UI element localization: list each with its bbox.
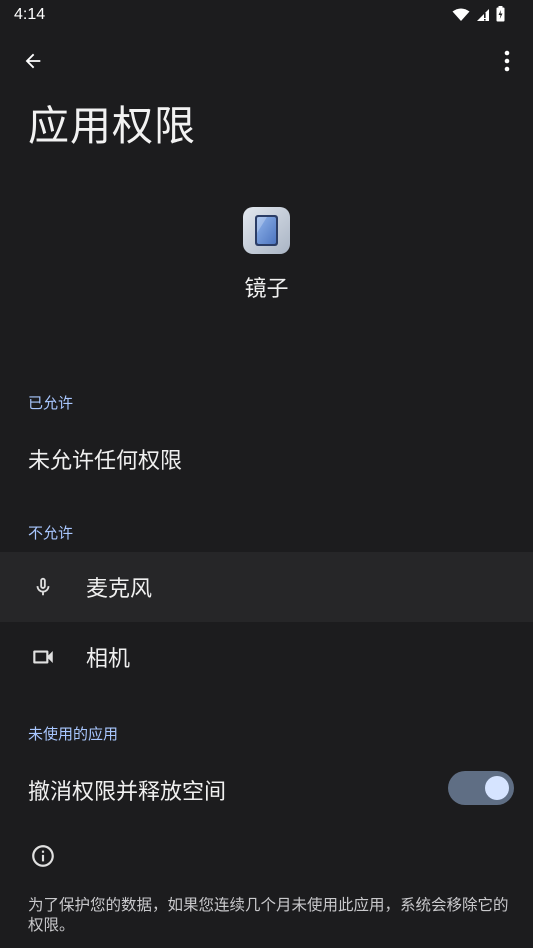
app-name: 镜子 (244, 277, 289, 302)
status-icons (452, 6, 505, 26)
more-options-button[interactable] (495, 46, 519, 76)
revoke-permissions-switch[interactable] (448, 771, 514, 805)
section-header-unused-apps: 未使用的应用 (28, 725, 119, 743)
permission-row-camera[interactable]: 相机 (0, 622, 533, 692)
signal-icon (476, 7, 490, 26)
microphone-icon (29, 573, 57, 601)
switch-thumb (485, 776, 509, 800)
section-header-denied: 不允许 (28, 524, 74, 542)
revoke-permissions-label: 撤消权限并释放空间 (28, 780, 227, 805)
permission-row-microphone[interactable]: 麦克风 (0, 552, 533, 622)
no-permissions-allowed-text: 未允许任何权限 (28, 449, 183, 474)
more-vert-icon (504, 50, 510, 72)
wifi-icon (452, 7, 470, 26)
info-icon (30, 843, 56, 869)
permission-label-camera: 相机 (86, 647, 131, 672)
status-time: 4:14 (14, 6, 46, 23)
section-header-allowed: 已允许 (28, 394, 74, 412)
camera-icon (29, 643, 57, 671)
back-button[interactable] (18, 46, 48, 76)
mirror-app-icon (243, 207, 290, 254)
footer-info-text: 为了保护您的数据，如果您连续几个月未使用此应用，系统会移除它的权限。 (28, 896, 509, 934)
app-icon (243, 207, 290, 254)
arrow-back-icon (25, 53, 41, 69)
permission-label-microphone: 麦克风 (86, 577, 153, 602)
battery-icon (496, 6, 505, 26)
page-title: 应用权限 (28, 102, 196, 150)
